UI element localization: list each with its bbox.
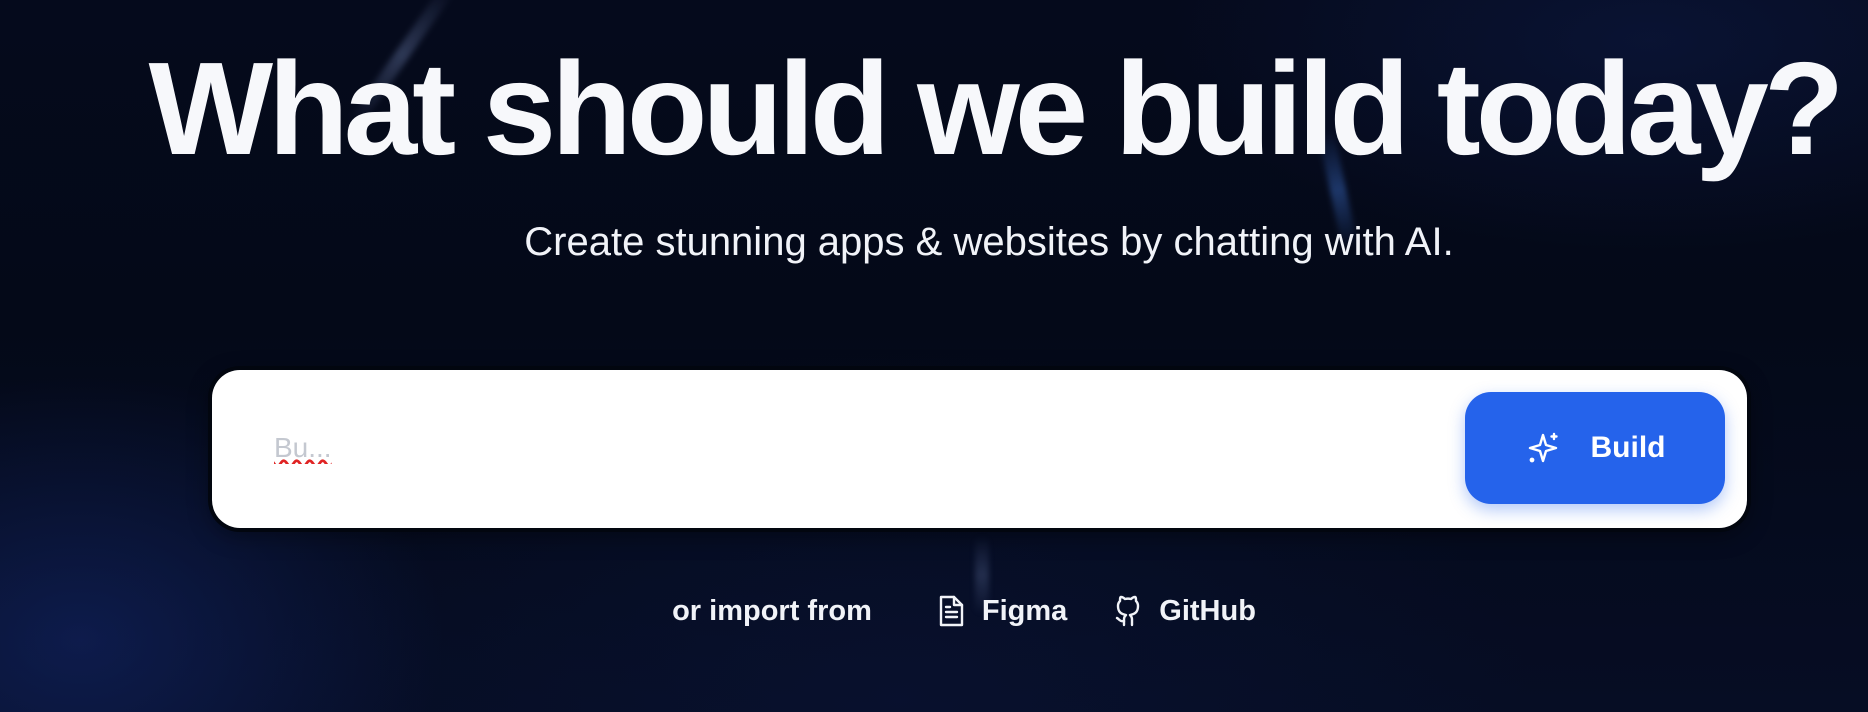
- import-github-label: GitHub: [1159, 594, 1256, 627]
- build-button-label: Build: [1590, 431, 1666, 464]
- import-figma-label: Figma: [981, 594, 1068, 627]
- import-row: or import from Figma GitHub: [0, 594, 1868, 628]
- prompt-input[interactable]: [274, 418, 1354, 478]
- import-label: or import from: [672, 594, 872, 627]
- file-icon: [936, 594, 966, 628]
- hero-title: What should we build today?: [148, 35, 1845, 182]
- prompt-box: Build: [212, 370, 1747, 528]
- build-button[interactable]: Build: [1465, 392, 1725, 504]
- hero-subtitle: Create stunning apps & websites by chatt…: [524, 220, 1454, 264]
- sparkles-icon: [1525, 430, 1561, 466]
- github-icon: [1113, 594, 1143, 628]
- import-github-link[interactable]: GitHub: [1113, 594, 1256, 628]
- import-figma-link[interactable]: Figma: [936, 594, 1067, 628]
